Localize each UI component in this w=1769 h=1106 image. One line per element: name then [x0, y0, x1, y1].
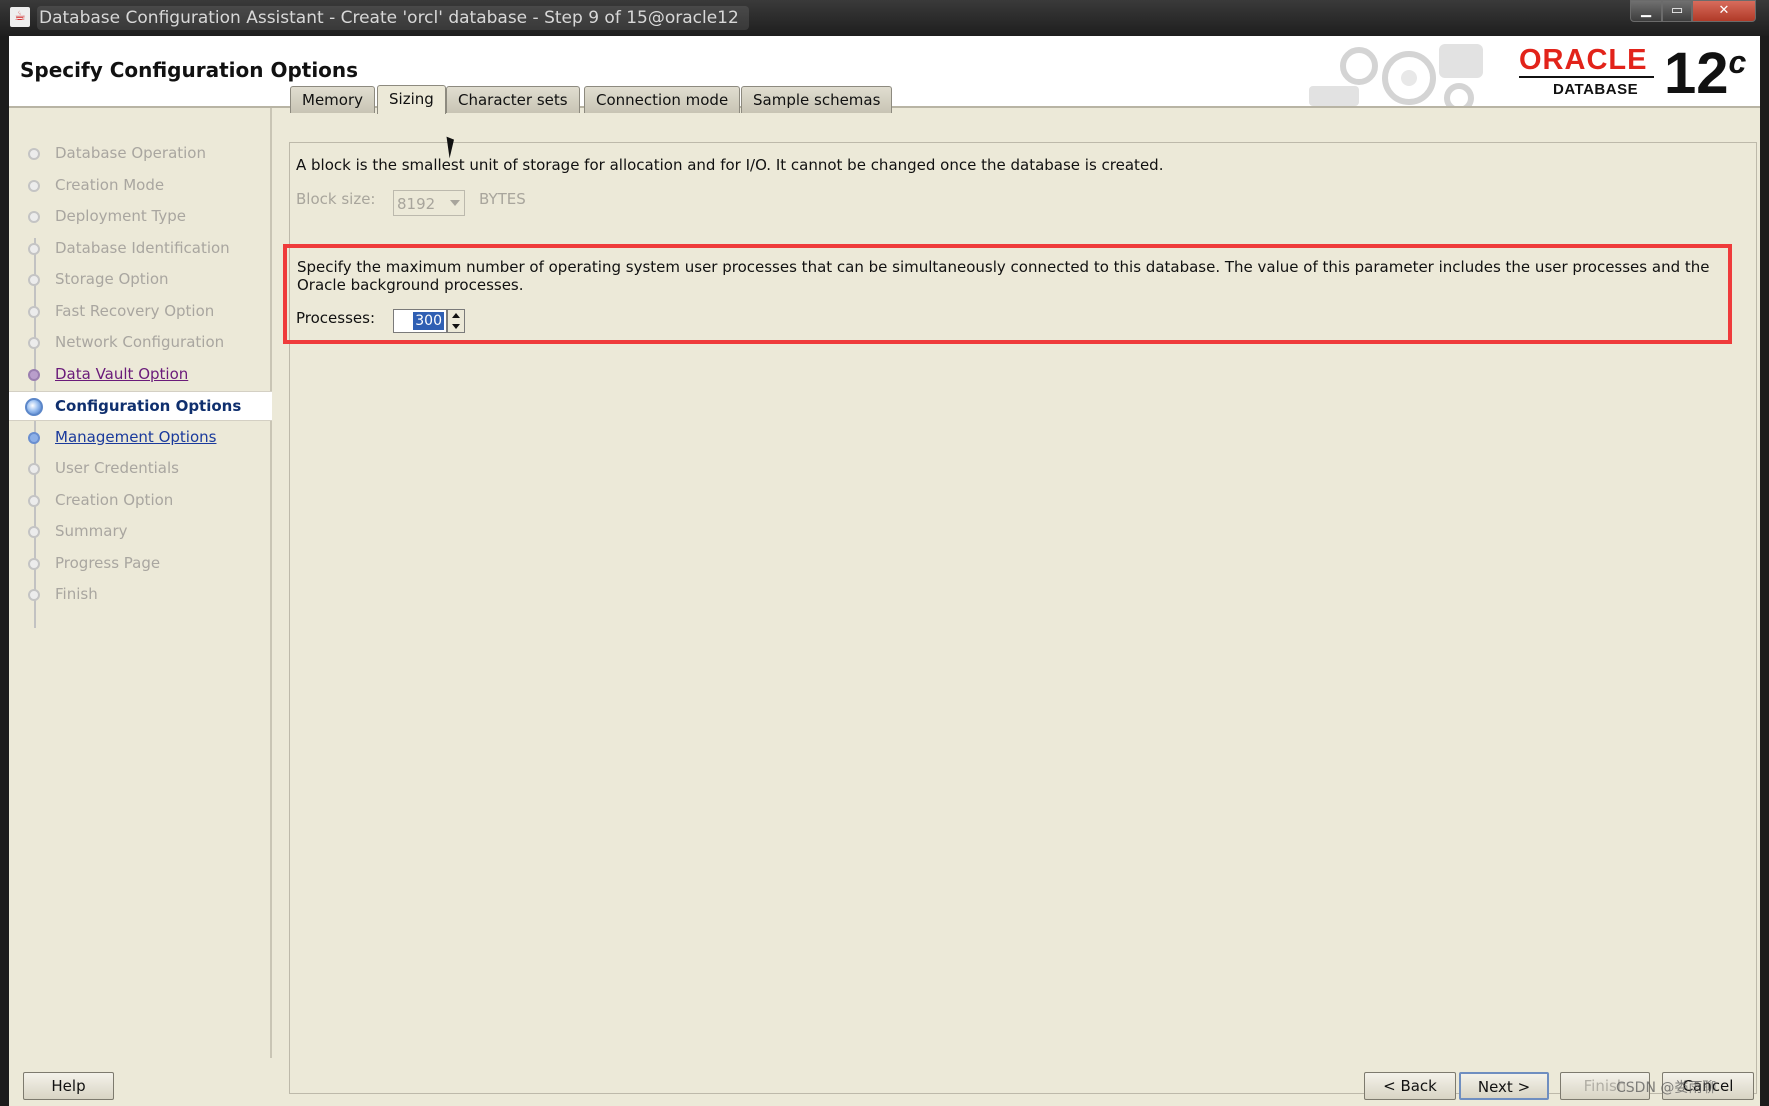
- step-label: Creation Option: [55, 490, 174, 509]
- block-size-unit: BYTES: [479, 190, 526, 208]
- step-label: Configuration Options: [55, 397, 242, 415]
- back-button[interactable]: < Back: [1364, 1072, 1456, 1100]
- help-button[interactable]: Help: [23, 1072, 114, 1100]
- step-indicator-icon: [28, 431, 40, 444]
- window-title: Database Configuration Assistant - Creat…: [37, 6, 749, 30]
- step-label: Data Vault Option: [55, 364, 189, 383]
- close-button[interactable]: ✕: [1692, 0, 1756, 22]
- step-storage-option: Storage Option: [9, 265, 272, 295]
- step-deployment-type: Deployment Type: [9, 202, 272, 232]
- tab-sizing[interactable]: Sizing: [377, 85, 446, 114]
- step-indicator-icon: [25, 398, 43, 416]
- step-database-identification: Database Identification: [9, 234, 272, 264]
- processes-spinner[interactable]: [447, 309, 465, 333]
- step-label: Deployment Type: [55, 207, 186, 225]
- dialog-client: Specify Configuration Options ORACLE DAT…: [9, 36, 1760, 1106]
- maximize-button[interactable]: ▭: [1662, 0, 1692, 22]
- step-label: User Credentials: [55, 459, 179, 477]
- gears-graphic-icon: [1309, 44, 1483, 106]
- tab-memory[interactable]: Memory: [290, 86, 376, 113]
- step-indicator-icon: [28, 305, 40, 318]
- step-configuration-options: Configuration Options: [9, 391, 272, 421]
- step-database-operation: Database Operation: [9, 139, 272, 169]
- step-user-credentials: User Credentials: [9, 454, 272, 484]
- block-size-combo: 8192: [393, 190, 465, 216]
- processes-description: Specify the maximum number of operating …: [297, 258, 1710, 294]
- processes-input[interactable]: 300: [393, 309, 447, 333]
- step-label: Network Configuration: [55, 333, 225, 351]
- step-progress-page: Progress Page: [9, 549, 272, 579]
- step-indicator-icon: [28, 494, 40, 507]
- step-creation-option: Creation Option: [9, 486, 272, 516]
- watermark: CSDN @娄雨聊: [1616, 1080, 1717, 1096]
- step-indicator-icon: [28, 242, 40, 255]
- block-size-label: Block size:: [296, 190, 376, 208]
- tab-character-sets[interactable]: Character sets: [446, 86, 580, 113]
- step-data-vault-option[interactable]: Data Vault Option: [9, 360, 272, 390]
- step-label: Finish: [55, 585, 98, 603]
- version-badge: 12c: [1664, 41, 1747, 106]
- step-management-options[interactable]: Management Options: [9, 423, 272, 453]
- step-label: Storage Option: [55, 270, 169, 288]
- step-indicator-icon: [28, 179, 40, 192]
- spin-down-icon[interactable]: [452, 324, 460, 329]
- step-creation-mode: Creation Mode: [9, 171, 272, 201]
- step-label: Database Identification: [55, 238, 230, 257]
- steps-sidebar: Database Operation Creation Mode Deploymen…: [9, 108, 272, 1058]
- step-indicator-icon: [28, 274, 40, 286]
- step-indicator-icon: [28, 211, 40, 223]
- step-label: Database Operation: [55, 144, 206, 162]
- step-label: Summary: [55, 522, 128, 540]
- step-label: Fast Recovery Option: [55, 301, 215, 320]
- tab-connection-mode[interactable]: Connection mode: [584, 86, 741, 113]
- step-indicator-icon: [28, 368, 40, 381]
- step-indicator-icon: [28, 557, 40, 570]
- step-fast-recovery-option: Fast Recovery Option: [9, 297, 272, 327]
- step-label: Creation Mode: [55, 175, 165, 194]
- spin-up-icon[interactable]: [452, 313, 460, 318]
- java-app-icon: ☕: [10, 7, 30, 27]
- page-title: Specify Configuration Options: [20, 58, 359, 82]
- oracle-logo: ORACLE DATABASE: [1519, 46, 1659, 98]
- step-label: Progress Page: [55, 553, 161, 572]
- step-indicator-icon: [28, 526, 40, 538]
- block-size-description: A block is the smallest unit of storage …: [296, 156, 1164, 174]
- step-indicator-icon: [28, 463, 40, 475]
- chevron-down-icon: [450, 200, 460, 206]
- step-indicator-icon: [28, 337, 40, 349]
- step-finish: Finish: [9, 580, 272, 610]
- step-label: Management Options: [55, 427, 217, 446]
- minimize-button[interactable]: ▁: [1630, 0, 1662, 22]
- tab-sample-schemas[interactable]: Sample schemas: [741, 86, 893, 113]
- step-network-configuration: Network Configuration: [9, 328, 272, 358]
- step-indicator-icon: [28, 148, 40, 160]
- step-indicator-icon: [28, 589, 40, 601]
- processes-label: Processes:: [296, 309, 375, 327]
- dbca-window: ☕ Database Configuration Assistant - Cre…: [0, 0, 1769, 1106]
- title-bar: ☕ Database Configuration Assistant - Cre…: [0, 0, 1769, 36]
- next-button[interactable]: Next >: [1459, 1072, 1549, 1100]
- step-summary: Summary: [9, 517, 272, 547]
